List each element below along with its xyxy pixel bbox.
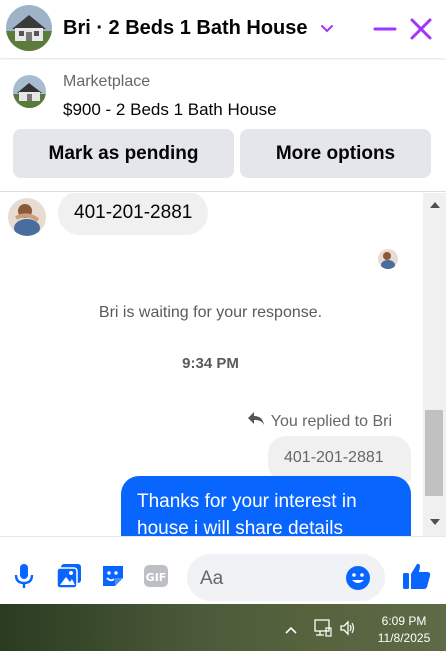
marketplace-card: Marketplace $900 - 2 Beds 1 Bath House M… [0, 60, 446, 192]
scrollbar-thumb[interactable] [425, 410, 443, 496]
emoji-icon[interactable] [345, 565, 371, 596]
incoming-message-bubble[interactable]: 401-201-2881 [58, 193, 209, 235]
outgoing-message-bubble[interactable]: Thanks for your interest in house i will… [121, 476, 411, 536]
sticker-icon[interactable] [100, 563, 126, 589]
marketplace-label: Marketplace [63, 73, 151, 90]
gif-icon-label: GIF [146, 571, 167, 584]
conversation-title-text: Bri · 2 Beds 1 Bath House [63, 17, 308, 39]
contact-avatar[interactable] [8, 198, 46, 236]
waiting-notice: Bri is waiting for your response. [98, 304, 323, 321]
more-options-button[interactable]: More options [240, 129, 431, 178]
taskbar-clock[interactable]: 6:09 PM 11/8/2025 [372, 613, 436, 647]
mark-as-pending-button[interactable]: Mark as pending [13, 129, 234, 178]
read-receipt-avatar [378, 249, 398, 269]
taskbar-time: 6:09 PM [381, 614, 427, 628]
reply-arrow-icon [247, 411, 265, 432]
chat-header: Bri · 2 Beds 1 Bath House [0, 0, 446, 58]
listing-title[interactable]: $900 - 2 Beds 1 Bath House [63, 100, 277, 120]
close-icon[interactable] [406, 14, 436, 44]
network-icon[interactable] [314, 619, 332, 642]
windows-taskbar: 6:09 PM 11/8/2025 [0, 604, 446, 651]
message-composer: GIF Aa [0, 536, 446, 604]
speaker-icon[interactable] [339, 619, 357, 642]
message-scrollbar[interactable] [423, 193, 446, 536]
chevron-down-icon[interactable] [320, 17, 334, 40]
listing-avatar[interactable] [6, 5, 52, 51]
taskbar-date: 11/8/2025 [377, 631, 431, 645]
conversation-title[interactable]: Bri · 2 Beds 1 Bath House [63, 17, 334, 40]
listing-thumbnail[interactable] [13, 75, 46, 108]
photo-icon[interactable] [56, 563, 82, 589]
microphone-icon[interactable] [11, 563, 37, 589]
scroll-down-arrow-icon[interactable] [423, 514, 446, 530]
show-hidden-icons-chevron-icon[interactable] [284, 622, 298, 640]
message-input[interactable]: Aa [187, 554, 385, 601]
message-input-placeholder: Aa [200, 568, 224, 589]
message-timestamp: 9:34 PM [182, 355, 239, 372]
like-icon[interactable] [402, 561, 432, 596]
message-thread[interactable]: 401-201-2881 Bri is waiting for your res… [0, 193, 446, 536]
scroll-up-arrow-icon[interactable] [423, 197, 446, 213]
reply-indicator: You replied to Bri [247, 411, 392, 432]
reply-indicator-label: You replied to Bri [270, 412, 392, 430]
gif-icon[interactable]: GIF [143, 563, 169, 589]
minimize-icon[interactable] [370, 14, 400, 44]
